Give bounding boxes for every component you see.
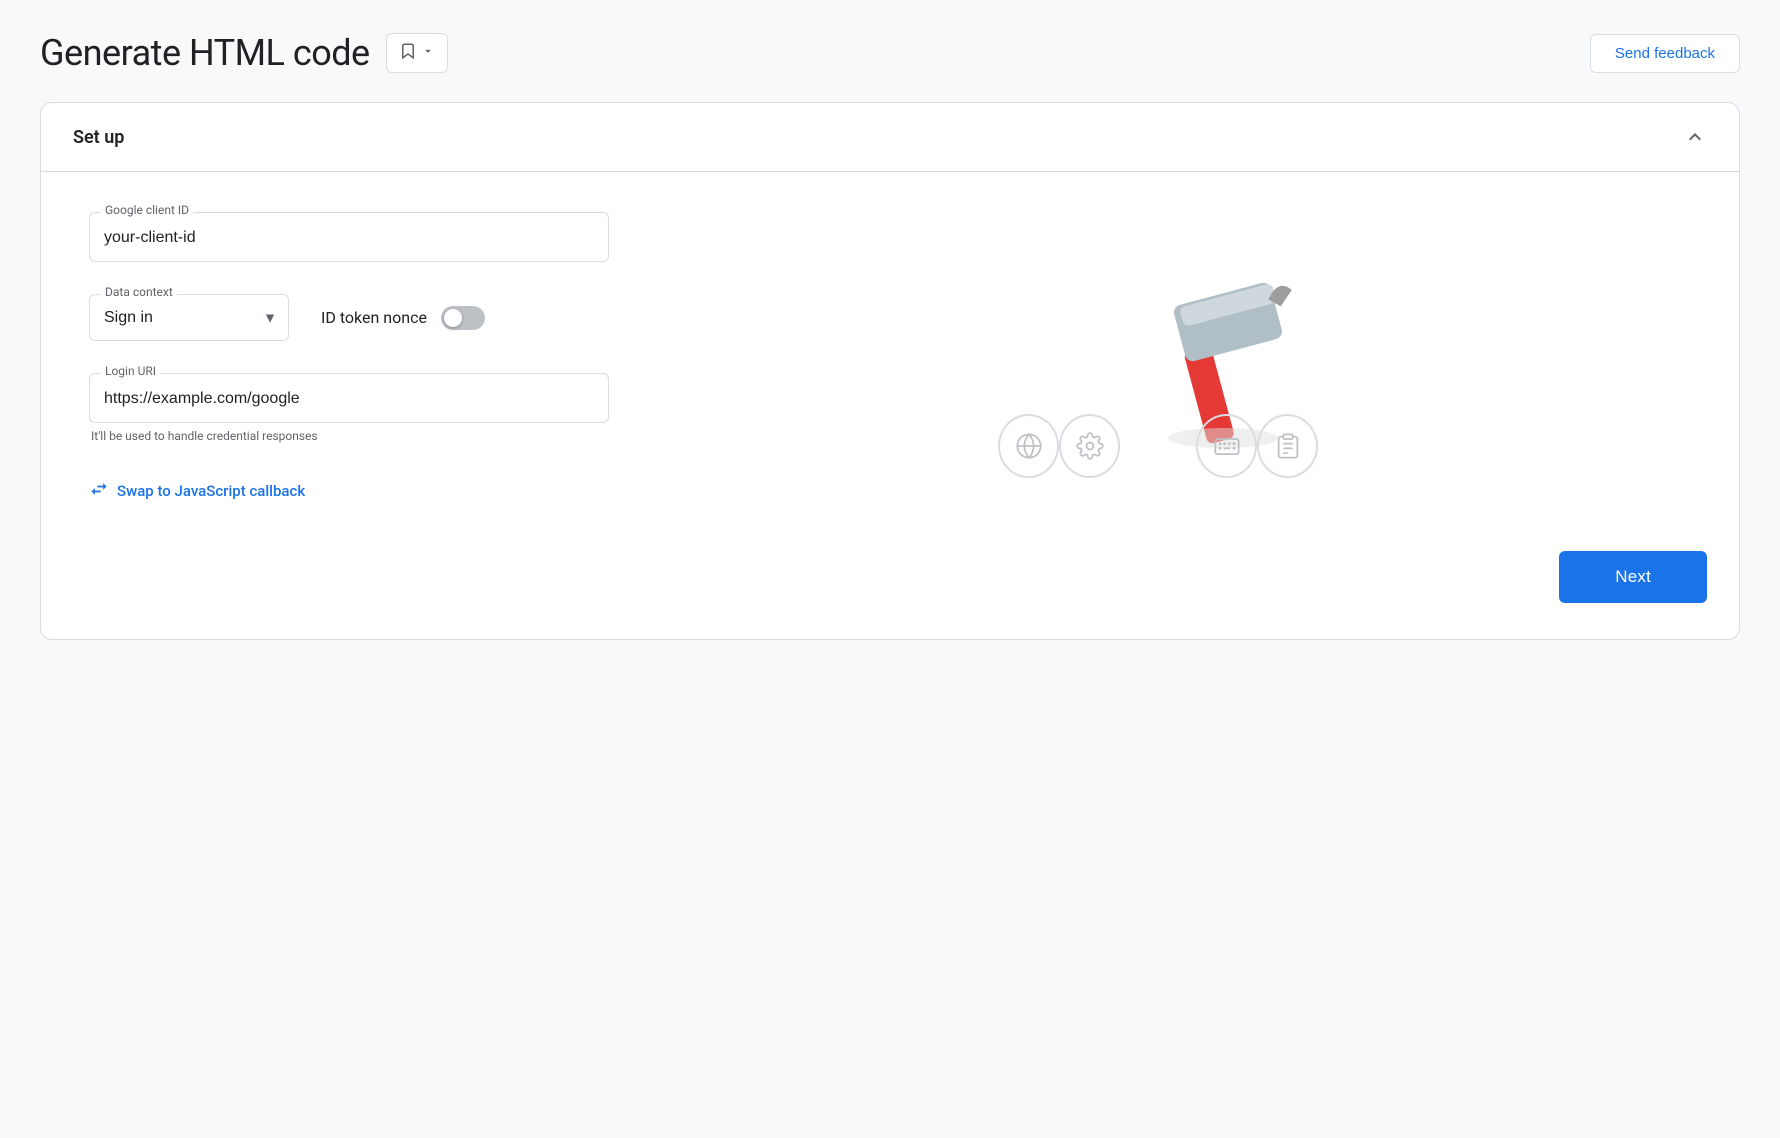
title-area: Generate HTML code: [40, 32, 448, 74]
login-uri-label: Login URI: [101, 364, 160, 378]
page-title: Generate HTML code: [40, 32, 370, 74]
id-token-nonce-row: ID token nonce: [321, 306, 485, 330]
login-uri-field: Login URI: [89, 373, 609, 423]
data-context-row: Data context Sign in Sign up Sign out ▼ …: [89, 294, 609, 341]
login-uri-input[interactable]: [89, 373, 609, 423]
next-button-row: Next: [41, 551, 1739, 639]
next-button[interactable]: Next: [1559, 551, 1707, 603]
globe-icon-circle: [998, 414, 1059, 478]
illustration: [988, 218, 1328, 498]
google-client-id-field: Google client ID: [89, 212, 609, 262]
id-token-nonce-label: ID token nonce: [321, 308, 427, 327]
swap-link-label: Swap to JavaScript callback: [117, 482, 305, 500]
card-header: Set up: [41, 103, 1739, 172]
data-context-field: Data context Sign in Sign up Sign out ▼: [89, 294, 289, 341]
login-uri-section: Login URI It'll be used to handle creden…: [89, 373, 609, 443]
google-client-id-input[interactable]: [89, 212, 609, 262]
bookmark-icon: [399, 42, 417, 64]
google-client-id-label: Google client ID: [101, 203, 193, 217]
data-context-select[interactable]: Sign in Sign up Sign out: [89, 294, 289, 341]
swap-to-js-link[interactable]: Swap to JavaScript callback: [89, 479, 609, 503]
form-section: Google client ID Data context Sign in Si…: [89, 212, 609, 503]
page-header: Generate HTML code Send feedback: [40, 32, 1740, 74]
data-context-label: Data context: [101, 285, 177, 299]
keyboard-icon-circle: [1196, 414, 1257, 478]
login-uri-helper: It'll be used to handle credential respo…: [89, 429, 609, 443]
swap-icon: [89, 479, 109, 503]
setup-card: Set up Google client ID Data context Sig…: [40, 102, 1740, 640]
gear-icon-circle: [1059, 414, 1120, 478]
illustration-icons: [988, 414, 1328, 478]
illustration-section: [609, 212, 1707, 503]
toggle-slider: [441, 306, 485, 330]
collapse-button[interactable]: [1683, 125, 1707, 149]
setup-section-title: Set up: [73, 127, 124, 148]
card-body: Google client ID Data context Sign in Si…: [41, 172, 1739, 551]
clipboard-icon-circle: [1257, 414, 1318, 478]
send-feedback-button[interactable]: Send feedback: [1590, 34, 1740, 73]
bookmark-button[interactable]: [386, 33, 448, 73]
id-token-nonce-toggle[interactable]: [441, 306, 485, 330]
bookmark-dropdown-icon: [421, 44, 435, 62]
